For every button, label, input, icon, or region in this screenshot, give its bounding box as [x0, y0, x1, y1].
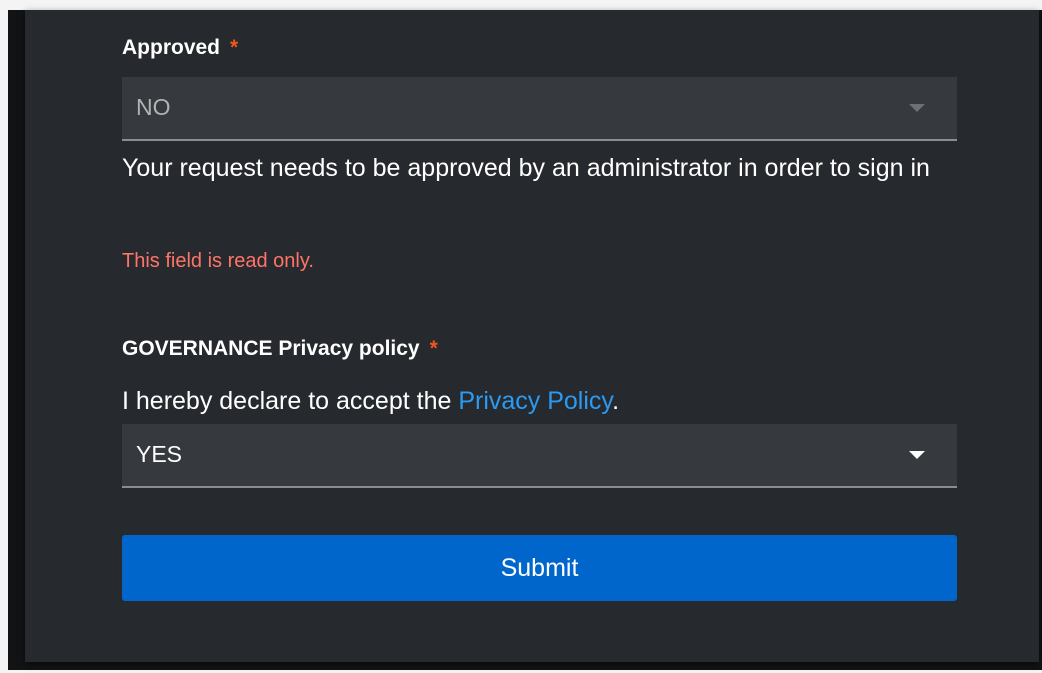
submit-button[interactable]: Submit [122, 535, 957, 601]
chevron-down-icon [909, 451, 925, 459]
approved-select[interactable]: NO [122, 77, 957, 141]
window-frame: Approved * NO Your request needs to be ap… [8, 10, 1042, 670]
privacy-required-mark: * [429, 337, 438, 360]
privacy-declaration: I hereby declare to accept the Privacy P… [122, 387, 619, 416]
approved-label: Approved * [122, 36, 238, 60]
privacy-policy-label: GOVERNANCE Privacy policy * [122, 337, 438, 361]
privacy-declaration-prefix: I hereby declare to accept the [122, 387, 459, 415]
privacy-policy-select[interactable]: YES [122, 424, 957, 488]
registration-form-panel: Approved * NO Your request needs to be ap… [25, 10, 1039, 662]
privacy-declaration-suffix: . [612, 387, 620, 415]
privacy-policy-select-value: YES [136, 441, 183, 467]
page-background: Approved * NO Your request needs to be ap… [0, 0, 1042, 673]
approved-select-value: NO [136, 94, 171, 120]
chevron-down-icon [909, 104, 925, 112]
approved-help-text: Your request needs to be approved by an … [122, 154, 930, 182]
privacy-policy-link[interactable]: Privacy Policy [458, 387, 612, 415]
approved-required-mark: * [230, 36, 239, 59]
approved-error-text: This field is read only. [122, 250, 314, 272]
privacy-policy-label-text: GOVERNANCE Privacy policy [122, 337, 420, 360]
approved-label-text: Approved [122, 36, 221, 59]
